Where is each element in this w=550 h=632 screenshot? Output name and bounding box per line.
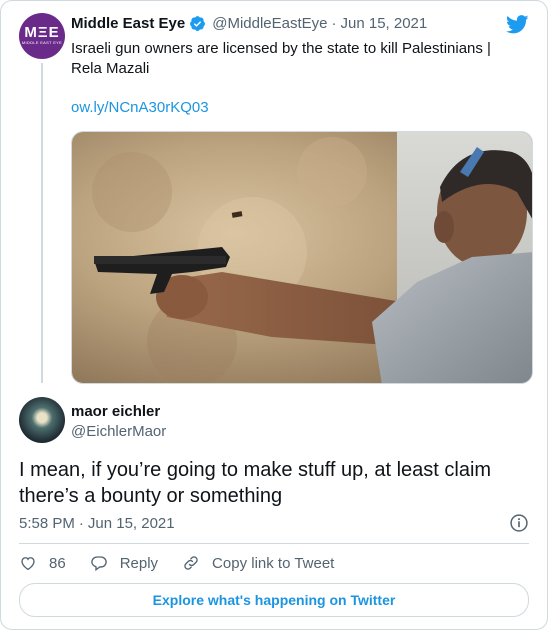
thread-connector-line	[41, 63, 43, 383]
heart-icon	[21, 557, 35, 571]
like-button[interactable]: 86	[19, 554, 66, 572]
parent-tweet[interactable]: MΞE MIDDLE EAST EYE Middle East Eye @Mid…	[1, 1, 547, 391]
maor-eichler-avatar[interactable]	[19, 397, 65, 443]
parent-tweet-text: Israeli gun owners are licensed by the s…	[71, 40, 491, 77]
explore-twitter-button[interactable]: Explore what's happening on Twitter	[19, 583, 529, 617]
like-count: 86	[49, 554, 66, 572]
verified-badge-icon	[190, 16, 206, 31]
reply-author-handle[interactable]: @EichlerMaor	[71, 423, 166, 440]
divider	[19, 543, 529, 544]
reply-label: Reply	[119, 554, 159, 572]
reply-icon	[90, 556, 107, 572]
twitter-bird-icon[interactable]	[506, 15, 529, 34]
reply-time: 5:58 PM	[19, 515, 75, 532]
header-separator: ·	[331, 15, 337, 32]
parent-author-name[interactable]: Middle East Eye	[71, 15, 185, 32]
reply-date: Jun 15, 2021	[87, 515, 175, 532]
tweet-photo[interactable]	[71, 131, 533, 384]
parent-tweet-date[interactable]: Jun 15, 2021	[341, 15, 428, 32]
reply-button[interactable]: Reply	[90, 554, 158, 572]
reply-author-name[interactable]: maor eichler	[71, 403, 160, 420]
info-icon[interactable]	[509, 513, 529, 533]
tweet-actions: 86 Reply Copy link to Tweet	[19, 554, 358, 572]
parent-author-handle[interactable]: @MiddleEastEye	[212, 15, 327, 32]
reply-timestamp[interactable]: 5:58 PM · Jun 15, 2021	[19, 515, 175, 532]
avatar-logo-subtext: MIDDLE EAST EYE	[21, 40, 63, 45]
parent-tweet-link[interactable]: ow.ly/NCnA30rKQ03	[71, 99, 209, 116]
shooting-range-photo	[72, 132, 532, 383]
parent-tweet-header: Middle East Eye @MiddleEastEye · Jun 15,…	[71, 15, 427, 32]
copy-link-label: Copy link to Tweet	[212, 554, 335, 572]
copy-link-button[interactable]: Copy link to Tweet	[182, 554, 334, 572]
embedded-tweet-card: MΞE MIDDLE EAST EYE Middle East Eye @Mid…	[0, 0, 548, 630]
middle-east-eye-avatar[interactable]: MΞE MIDDLE EAST EYE	[19, 13, 65, 59]
reply-tweet-text: I mean, if you’re going to make stuff up…	[19, 459, 492, 507]
link-icon	[184, 556, 198, 570]
avatar-logo-text: MΞE	[24, 24, 60, 41]
timestamp-separator: ·	[78, 515, 84, 532]
